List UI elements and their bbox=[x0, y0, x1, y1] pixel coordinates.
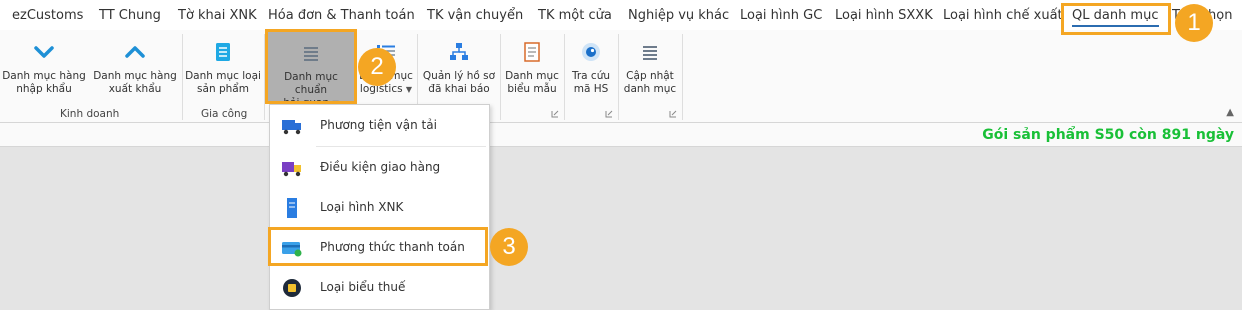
menu-item-label: Loại biểu thuế bbox=[320, 280, 406, 294]
group-label-kinh-doanh: Kinh doanh bbox=[60, 108, 120, 120]
step-badge-2: 2 bbox=[358, 48, 396, 86]
danh-muc-hang-nhap-khau-button[interactable]: Danh mục hàng nhập khẩu bbox=[2, 30, 86, 102]
list-icon bbox=[216, 43, 230, 61]
tab-hoa-don-thanh-toan[interactable]: Hóa đơn & Thanh toán bbox=[268, 7, 415, 25]
dialog-launcher-icon[interactable] bbox=[669, 110, 677, 118]
tab-nghiep-vu-khac[interactable]: Nghiệp vụ khác bbox=[628, 7, 729, 25]
menu-icon bbox=[643, 46, 657, 60]
highlight-ql-danh-muc-tab bbox=[1061, 3, 1171, 35]
danh-muc-loai-san-pham-button[interactable]: Danh mục loại sản phẩm bbox=[185, 30, 261, 102]
tab-loai-hinh-che-xuat[interactable]: Loại hình chế xuất bbox=[943, 7, 1063, 25]
tax-icon bbox=[283, 279, 301, 297]
cap-nhat-danh-muc-button[interactable]: Cập nhật danh mục bbox=[621, 30, 679, 102]
group-divider bbox=[182, 34, 183, 120]
document-icon bbox=[524, 42, 540, 62]
menu-item-label: Phương tiện vận tải bbox=[320, 118, 437, 132]
dialog-launcher-icon[interactable] bbox=[551, 110, 559, 118]
danh-muc-hang-xuat-khau-button[interactable]: Danh mục hàng xuất khẩu bbox=[92, 30, 178, 102]
menu-item-label: Điều kiện giao hàng bbox=[320, 160, 441, 174]
menu-item-loai-hinh-xnk[interactable]: Loại hình XNK bbox=[270, 189, 487, 227]
truck-icon bbox=[282, 120, 301, 135]
button-label: Tra cứu mã HS bbox=[571, 70, 611, 95]
menu-divider bbox=[316, 146, 486, 147]
button-label: Danh mục biểu mẫu bbox=[505, 70, 559, 95]
highlight-danh-muc-chuan-button bbox=[265, 29, 357, 104]
menu-item-loai-bieu-thue[interactable]: Loại biểu thuế bbox=[270, 269, 487, 307]
status-bar: Gói sản phẩm S50 còn 891 ngày bbox=[0, 123, 1242, 147]
button-label: Quản lý hồ sơ đã khai báo bbox=[422, 70, 496, 95]
ribbon-tab-bar: ezCustoms TT Chung Tờ khai XNK Hóa đơn &… bbox=[0, 0, 1242, 30]
step-badge-1: 1 bbox=[1175, 4, 1213, 42]
eye-icon bbox=[582, 43, 600, 61]
tra-cuu-ma-hs-button[interactable]: Tra cứu mã HS bbox=[566, 30, 616, 102]
chevron-down-icon bbox=[34, 46, 54, 58]
button-label: Danh mục loại sản phẩm bbox=[185, 70, 261, 95]
step-badge-3: 3 bbox=[490, 228, 528, 266]
collapse-ribbon-icon[interactable]: ▲ bbox=[1226, 107, 1234, 118]
group-divider bbox=[682, 34, 683, 120]
tab-tt-chung[interactable]: TT Chung bbox=[99, 7, 161, 25]
button-label: Danh mục hàng nhập khẩu bbox=[2, 70, 86, 95]
hierarchy-icon bbox=[450, 43, 468, 60]
group-divider bbox=[500, 34, 501, 120]
tab-loai-hinh-gc[interactable]: Loại hình GC bbox=[740, 7, 822, 25]
chevron-down-icon: ▼ bbox=[405, 85, 413, 94]
highlight-phuong-thuc-thanh-toan bbox=[268, 227, 488, 266]
chevron-up-icon bbox=[125, 46, 145, 58]
quan-ly-ho-so-button[interactable]: Quản lý hồ sơ đã khai báo bbox=[420, 30, 498, 102]
tab-tk-mot-cua[interactable]: TK một cửa bbox=[538, 7, 612, 25]
tab-ezcustoms[interactable]: ezCustoms bbox=[12, 7, 83, 25]
group-divider bbox=[618, 34, 619, 120]
menu-item-phuong-tien-van-tai[interactable]: Phương tiện vận tải bbox=[270, 107, 487, 145]
tab-loai-hinh-sxxk[interactable]: Loại hình SXXK bbox=[835, 7, 933, 25]
button-label: Danh mục hàng xuất khẩu bbox=[93, 70, 177, 95]
menu-item-label: Loại hình XNK bbox=[320, 200, 404, 214]
danh-muc-chuan-hai-quan-menu: Phương tiện vận tải Điều kiện giao hàng … bbox=[269, 104, 490, 310]
ribbon-panel: Danh mục hàng nhập khẩu Danh mục hàng xu… bbox=[0, 30, 1242, 123]
group-label-gia-cong: Gia công bbox=[201, 108, 248, 120]
license-status-text: Gói sản phẩm S50 còn 891 ngày bbox=[982, 127, 1234, 143]
group-divider bbox=[564, 34, 565, 120]
tab-tk-van-chuyen[interactable]: TK vận chuyển bbox=[427, 7, 523, 25]
button-label: Cập nhật danh mục bbox=[623, 70, 677, 95]
server-icon bbox=[287, 198, 297, 218]
danh-muc-bieu-mau-button[interactable]: Danh mục biểu mẫu bbox=[503, 30, 561, 102]
delivery-truck-icon bbox=[282, 162, 301, 177]
dialog-launcher-icon[interactable] bbox=[605, 110, 613, 118]
menu-item-dieu-kien-giao-hang[interactable]: Điều kiện giao hàng bbox=[270, 149, 487, 187]
tab-to-khai-xnk[interactable]: Tờ khai XNK bbox=[178, 7, 257, 25]
